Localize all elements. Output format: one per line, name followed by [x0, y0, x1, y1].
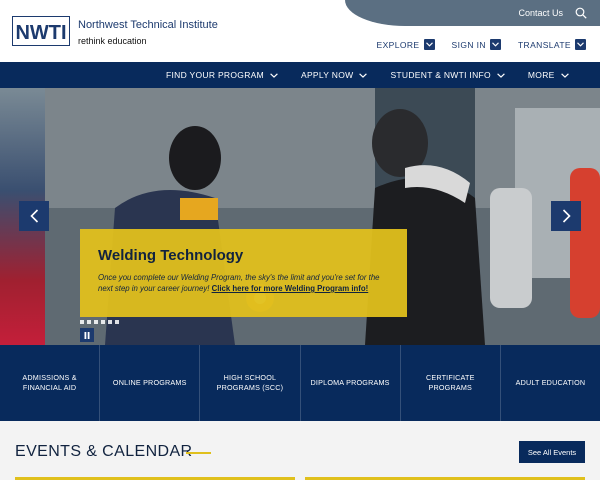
slide-indicators [80, 320, 119, 324]
nwti-logo[interactable]: NWTI [12, 16, 70, 46]
translate-label: TRANSLATE [517, 39, 571, 50]
chevron-right-icon [562, 209, 571, 223]
quick-links-bar: ADMISSIONS & FINANCIAL AID ONLINE PROGRA… [0, 345, 600, 421]
quick-link-diploma-programs[interactable]: DIPLOMA PROGRAMS [301, 345, 401, 421]
see-all-events-button[interactable]: See All Events [519, 441, 585, 463]
pause-icon [84, 331, 90, 339]
search-icon[interactable] [575, 7, 587, 19]
slide-indicator-dot[interactable] [108, 320, 112, 324]
utility-topbar: Contact Us [345, 0, 600, 26]
quick-link-admissions[interactable]: ADMISSIONS & FINANCIAL AID [0, 345, 101, 421]
nav-more[interactable]: MORE [528, 70, 569, 80]
brand-tagline: rethink education [78, 36, 147, 46]
quick-link-certificate-programs[interactable]: CERTIFICATE PROGRAMS [401, 345, 501, 421]
nav-label: MORE [527, 70, 555, 80]
nav-label: FIND YOUR PROGRAM [166, 70, 264, 80]
chevron-down-icon [489, 39, 501, 50]
main-nav: FIND YOUR PROGRAM APPLY NOW STUDENT & NW… [0, 62, 600, 88]
slide-indicator-dot[interactable] [94, 320, 98, 324]
nav-label: APPLY NOW [300, 70, 354, 80]
hero-carousel: Welding Technology Once you complete our… [0, 88, 600, 345]
next-slide-button[interactable] [551, 201, 581, 231]
translate-menu[interactable]: TRANSLATE [518, 39, 586, 50]
nav-label: STUDENT & NWTI INFO [390, 70, 491, 80]
nav-find-your-program[interactable]: FIND YOUR PROGRAM [166, 70, 278, 80]
events-section: EVENTS & CALENDAR See All Events [0, 421, 600, 480]
explore-label: EXPLORE [376, 39, 420, 50]
quick-link-online-programs[interactable]: ONLINE PROGRAMS [100, 345, 201, 421]
brand-name[interactable]: Northwest Technical Institute [78, 19, 218, 31]
nav-student-info[interactable]: STUDENT & NWTI INFO [390, 70, 505, 80]
hero-title: Welding Technology [98, 247, 244, 264]
slide-indicator-dot[interactable] [115, 320, 119, 324]
slide-indicator-dot[interactable] [101, 320, 105, 324]
sign-in-menu[interactable]: SIGN IN [452, 39, 501, 50]
chevron-down-icon [270, 72, 278, 78]
chevron-down-icon [497, 72, 505, 78]
site-header: Contact Us NWTI Northwest Technical Inst… [0, 0, 600, 62]
quick-link-adult-education[interactable]: ADULT EDUCATION [501, 345, 600, 421]
explore-menu[interactable]: EXPLORE [377, 39, 435, 50]
chevron-down-icon [359, 72, 368, 78]
slide-indicator-dot[interactable] [87, 320, 91, 324]
utility-nav: EXPLORE SIGN IN TRANSLATE [377, 39, 586, 50]
contact-us-link[interactable]: Contact Us [518, 8, 563, 18]
heading-accent-rule [186, 452, 211, 454]
chevron-down-icon [560, 72, 569, 78]
nav-apply-now[interactable]: APPLY NOW [300, 70, 368, 80]
sign-in-label: SIGN IN [451, 39, 486, 50]
events-heading: EVENTS & CALENDAR [15, 443, 193, 460]
chevron-left-icon [29, 209, 38, 223]
hero-caption-box: Welding Technology Once you complete our… [80, 229, 407, 317]
quick-link-high-school-programs[interactable]: HIGH SCHOOL PROGRAMS (SCC) [200, 345, 301, 421]
chevron-down-icon [423, 39, 435, 50]
previous-slide-button[interactable] [19, 201, 49, 231]
logo-text: NWTI [15, 22, 66, 44]
chevron-down-icon [575, 39, 586, 50]
hero-body: Once you complete our Welding Program, t… [98, 272, 389, 294]
slide-indicator-dot[interactable] [80, 320, 84, 324]
pause-slideshow-button[interactable] [80, 328, 94, 342]
hero-program-link[interactable]: Click here for more Welding Program info… [212, 284, 369, 293]
